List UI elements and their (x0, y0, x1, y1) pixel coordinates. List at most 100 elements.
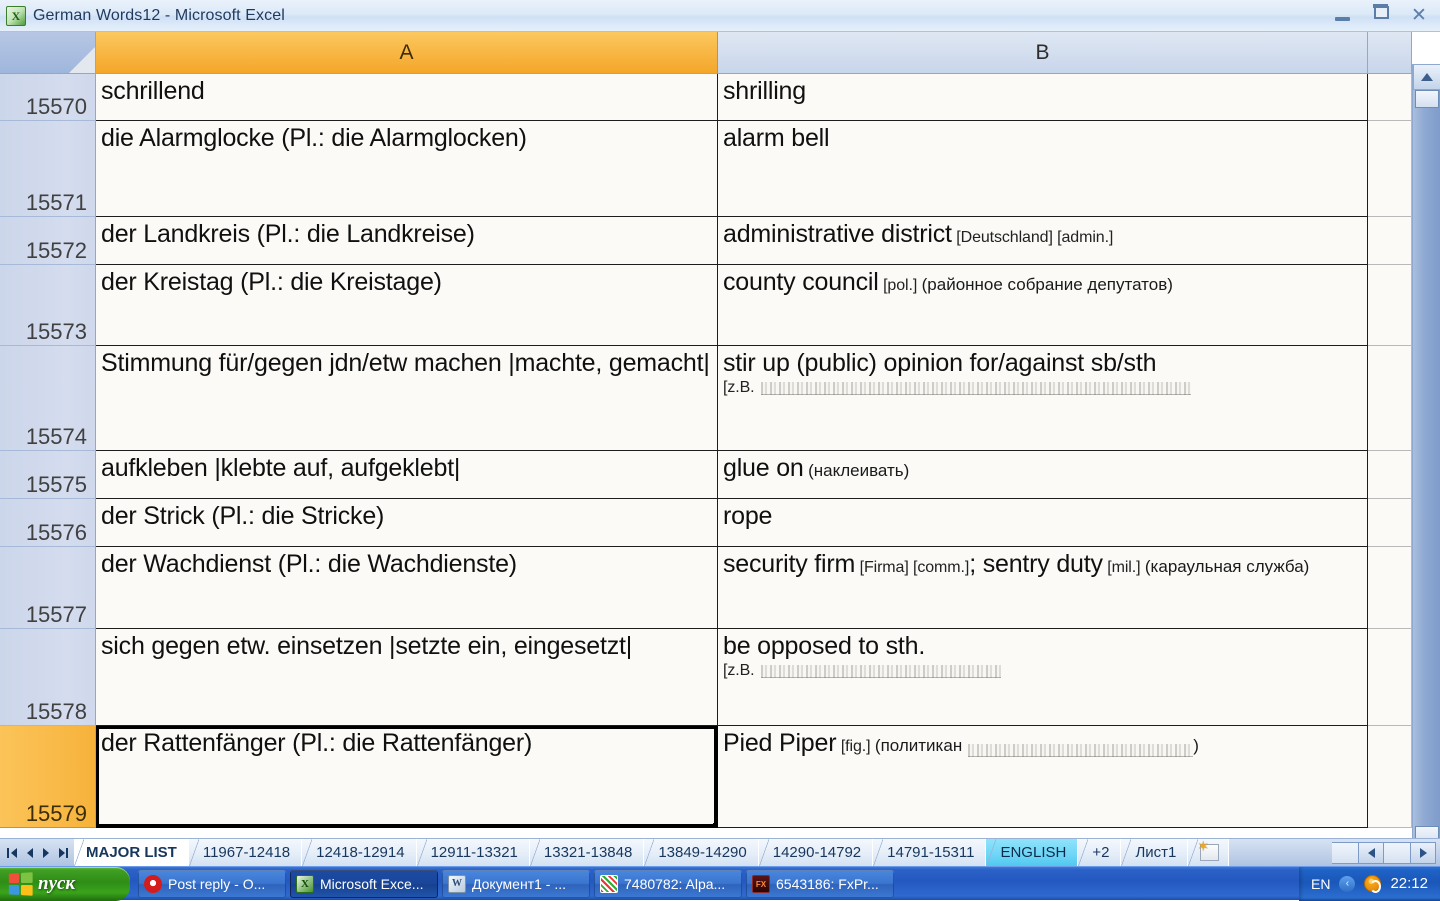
first-sheet-button[interactable] (7, 845, 20, 861)
row-header-15571[interactable]: 15571 (0, 121, 96, 217)
sheet-tab-14290-14792[interactable]: 14290-14792 (758, 838, 874, 867)
taskbar-item[interactable]: 6543186: FxPr... (746, 869, 894, 898)
prev-sheet-button[interactable] (23, 845, 36, 861)
cell-annotation: [fig.] (840, 738, 871, 755)
cell-b15575[interactable]: glue on (наклеивать) (718, 451, 1368, 499)
row-header-15578[interactable]: 15578 (0, 629, 96, 726)
cell-main-text: rope (723, 502, 773, 530)
row-header-15573[interactable]: 15573 (0, 265, 96, 346)
cell-a15575[interactable]: aufkleben |klebte auf, aufgeklebt| (96, 451, 718, 499)
horizontal-scroll-thumb[interactable] (1384, 841, 1410, 864)
cell-b15574[interactable]: stir up (public) opinion for/against sb/… (718, 346, 1368, 451)
vertical-scrollbar[interactable] (1412, 64, 1440, 870)
cell-text: der Landkreis (Pl.: die Landkreise) (101, 220, 475, 248)
column-header-a[interactable]: A (96, 32, 718, 74)
cell-a15574[interactable]: Stimmung für/gegen jdn/etw machen |macht… (96, 346, 718, 451)
taskbar-clock[interactable]: 22:12 (1390, 875, 1428, 892)
cell-example-label: [z.B. (723, 378, 755, 396)
nav-prev-icon (26, 847, 33, 858)
cell-c15576[interactable] (1368, 499, 1412, 547)
cell-b15572[interactable]: administrative district [Deutschland] [a… (718, 217, 1368, 265)
cell-a15578[interactable]: sich gegen etw. einsetzen |setzte ein, e… (96, 629, 718, 726)
cell-b15579[interactable]: Pied Piper [fig.] (политикан) (718, 726, 1368, 828)
cell-a15572[interactable]: der Landkreis (Pl.: die Landkreise) (96, 217, 718, 265)
cell-c15578[interactable] (1368, 629, 1412, 726)
sheet-tab-13849-14290[interactable]: 13849-14290 (644, 838, 759, 867)
cell-b15576[interactable]: rope (718, 499, 1368, 547)
sheet-tab-major-list[interactable]: MAJOR LIST (74, 838, 189, 867)
column-header-b[interactable]: B (718, 32, 1368, 74)
column-header-c[interactable] (1368, 32, 1412, 74)
cell-a15571[interactable]: die Alarmglocke (Pl.: die Alarmglocken) (96, 121, 718, 217)
select-all-button[interactable] (0, 32, 96, 74)
sheet-tab-13321-13848[interactable]: 13321-13848 (529, 838, 645, 867)
row-header-15570[interactable]: 15570 (0, 74, 96, 121)
row-header-15576[interactable]: 15576 (0, 499, 96, 547)
cell-a15579[interactable]: der Rattenfänger (Pl.: die Rattenfänger) (96, 726, 718, 828)
cell-c15572[interactable] (1368, 217, 1412, 265)
horizontal-scroll-track[interactable] (1332, 841, 1358, 864)
scroll-left-button[interactable] (1358, 841, 1384, 864)
scroll-up-button[interactable] (1413, 64, 1440, 90)
row-header-15574[interactable]: 15574 (0, 346, 96, 451)
cell-b15571[interactable]: alarm bell (718, 121, 1368, 217)
cell-russian-gloss: (наклеивать) (808, 461, 910, 480)
horizontal-scrollbar[interactable] (1332, 841, 1436, 864)
taskbar-item[interactable]: Документ1 - ... (442, 869, 590, 898)
new-sheet-icon (1197, 839, 1220, 861)
sheet-tab--2[interactable]: +2 (1078, 838, 1122, 867)
row-header-15577[interactable]: 15577 (0, 547, 96, 629)
sheet-tab--1[interactable]: Лист1 (1121, 838, 1189, 867)
vertical-scroll-track[interactable] (1413, 90, 1440, 844)
row-header-15575[interactable]: 15575 (0, 451, 96, 499)
taskbar-item[interactable]: Post reply - O... (138, 869, 286, 898)
cell-a15573[interactable]: der Kreistag (Pl.: die Kreistage) (96, 265, 718, 346)
taskbar-item[interactable]: 7480782: Alpa... (594, 869, 742, 898)
row-header-15572[interactable]: 15572 (0, 217, 96, 265)
cell-c15573[interactable] (1368, 265, 1412, 346)
cell-c15570[interactable] (1368, 74, 1412, 121)
cell-a15577[interactable]: der Wachdienst (Pl.: die Wachdienste) (96, 547, 718, 629)
sheet-tab-12911-13321[interactable]: 12911-13321 (416, 838, 530, 867)
table-row: 15574 Stimmung für/gegen jdn/etw machen |… (0, 346, 1412, 451)
vertical-scroll-thumb-top[interactable] (1415, 90, 1439, 108)
insert-worksheet-button[interactable] (1188, 838, 1230, 867)
sheet-tab-11967-12418[interactable]: 11967-12418 (188, 838, 303, 867)
table-row: 15570 schrillend shrilling (0, 74, 1412, 121)
chevron-right-icon (1419, 847, 1427, 858)
row-header-15579[interactable]: 15579 (0, 726, 96, 828)
cell-main-text: glue on (723, 454, 804, 482)
cell-text: der Kreistag (Pl.: die Kreistage) (101, 268, 442, 296)
cell-b15578[interactable]: be opposed to sth. [z.B. (718, 629, 1368, 726)
sheet-tab-english[interactable]: ENGLISH (986, 838, 1079, 867)
updater-icon[interactable] (1364, 875, 1382, 893)
chevron-left-icon (1367, 847, 1375, 858)
cell-a15576[interactable]: der Strick (Pl.: die Stricke) (96, 499, 718, 547)
cell-c15577[interactable] (1368, 547, 1412, 629)
cell-b15577[interactable]: security firm [Firma] [comm.]; sentry du… (718, 547, 1368, 629)
cell-b15573[interactable]: county council [pol.] (районное собрание… (718, 265, 1368, 346)
close-icon: ✕ (1411, 4, 1427, 26)
cell-a15570[interactable]: schrillend (96, 74, 718, 121)
cell-c15579[interactable] (1368, 726, 1412, 828)
last-sheet-button[interactable] (55, 845, 68, 861)
tray-expand-icon[interactable]: ‹ (1339, 875, 1356, 892)
sheet-tab-14791-15311[interactable]: 14791-15311 (873, 838, 987, 867)
sheet-tab-12418-12914[interactable]: 12418-12914 (302, 838, 417, 867)
close-button[interactable]: ✕ (1406, 2, 1432, 28)
cell-c15575[interactable] (1368, 451, 1412, 499)
scroll-right-button[interactable] (1410, 841, 1436, 864)
next-sheet-button[interactable] (39, 845, 52, 861)
start-button[interactable]: пуск (0, 866, 130, 901)
table-row: 15579 der Rattenfänger (Pl.: die Rattenfä… (0, 726, 1412, 828)
minimize-button[interactable] (1330, 2, 1356, 28)
taskbar-item-label: Post reply - O... (168, 875, 266, 892)
restore-button[interactable] (1368, 2, 1394, 28)
cell-c15574[interactable] (1368, 346, 1412, 451)
cell-text: aufkleben |klebte auf, aufgeklebt| (101, 454, 461, 482)
taskbar-item[interactable]: Microsoft Exce... (290, 869, 438, 898)
cell-text: county council [pol.] (районное собрание… (723, 267, 1367, 298)
cell-b15570[interactable]: shrilling (718, 74, 1368, 121)
cell-c15571[interactable] (1368, 121, 1412, 217)
language-indicator[interactable]: EN (1311, 876, 1330, 892)
